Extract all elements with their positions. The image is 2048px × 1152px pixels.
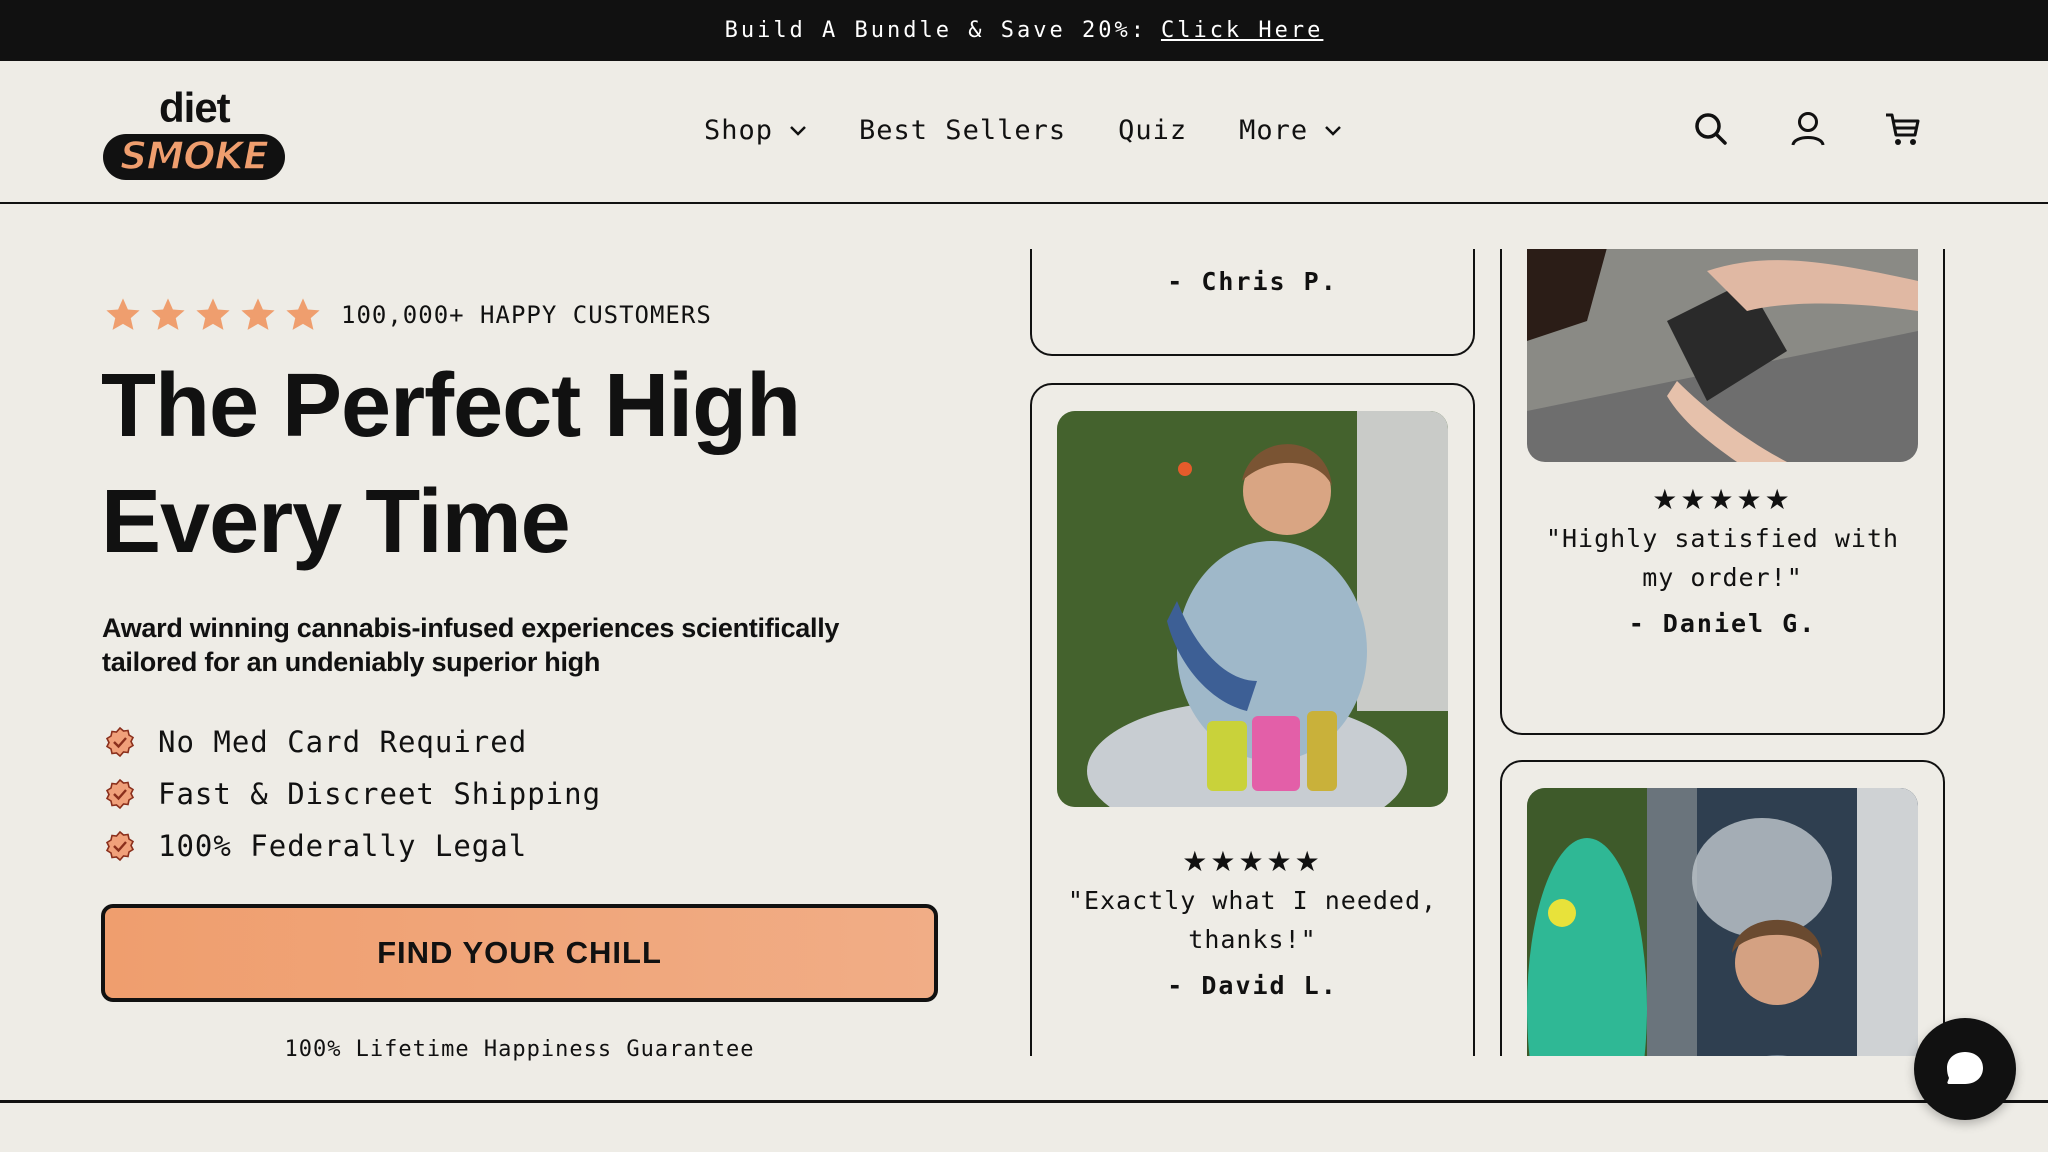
logo-text-bottom: SMOKE	[120, 134, 269, 178]
star-icon	[106, 298, 140, 330]
review-card: - Chris P.	[1030, 249, 1475, 356]
cart-icon[interactable]	[1883, 109, 1923, 149]
account-icon[interactable]	[1788, 109, 1828, 149]
review-author: - David L.	[1167, 971, 1338, 1000]
logo-wordmark: SMOKE	[103, 133, 285, 180]
chat-button[interactable]	[1914, 1018, 2016, 1120]
nav-shop-label: Shop	[704, 115, 774, 146]
star-icon	[196, 298, 230, 330]
rating-label: 100,000+ HAPPY CUSTOMERS	[341, 301, 712, 329]
review-photo-image	[1527, 249, 1918, 462]
chevron-down-icon	[790, 125, 806, 136]
announcement-link[interactable]: Click Here	[1161, 18, 1323, 43]
find-your-chill-button[interactable]: FIND YOUR CHILL	[101, 904, 938, 1002]
review-author: - Chris P.	[1167, 267, 1338, 296]
chevron-down-icon	[1325, 125, 1342, 136]
star-icon	[151, 298, 185, 330]
review-photo-image	[1057, 411, 1448, 807]
chat-bubble-icon	[1947, 1052, 1983, 1084]
review-card: ★★★★★ "Exactly what I needed, thanks!" -…	[1030, 383, 1475, 1056]
review-author: - Daniel G.	[1628, 609, 1817, 638]
hero-title: The Perfect High Every Time	[101, 348, 1001, 580]
review-photo	[1057, 411, 1448, 807]
review-quote: "Highly satisfied with my order!"	[1545, 524, 1900, 592]
benefit-item: No Med Card Required	[104, 716, 601, 768]
badge-check-icon	[105, 830, 135, 862]
star-icon	[241, 298, 275, 330]
review-photo-image	[1527, 788, 1918, 1056]
nav-best-sellers[interactable]: Best Sellers	[859, 115, 1066, 146]
benefit-text: No Med Card Required	[158, 725, 528, 759]
hero-subtitle: Award winning cannabis-infused experienc…	[102, 613, 840, 677]
logo-text-top: diet	[159, 84, 231, 131]
benefit-text: 100% Federally Legal	[158, 829, 528, 863]
reviews-carousel: - Chris P. ★★★★★ "Exactly what I needed,…	[1030, 249, 1948, 1056]
review-card: ★★★★★ "Highly satisfied with my order!" …	[1500, 249, 1945, 735]
benefit-item: 100% Federally Legal	[104, 820, 601, 872]
rating-row: 100,000+ HAPPY CUSTOMERS	[104, 296, 712, 334]
section-divider	[0, 1100, 2048, 1103]
nav-more-label: More	[1239, 115, 1309, 146]
main-nav: Shop Best Sellers Quiz More	[704, 115, 1394, 146]
review-photo	[1527, 249, 1918, 462]
announcement-bar: Build A Bundle & Save 20%: Click Here	[0, 0, 2048, 61]
hero-title-line2: Every Time	[101, 472, 571, 572]
nav-quiz-label: Quiz	[1118, 115, 1188, 146]
benefit-text: Fast & Discreet Shipping	[158, 777, 602, 811]
site-header: diet SMOKE Shop Best Sellers Quiz More	[0, 61, 2048, 204]
review-photo	[1527, 788, 1918, 1056]
badge-check-icon	[105, 778, 135, 810]
star-icon	[286, 298, 320, 330]
nav-best-sellers-label: Best Sellers	[859, 115, 1067, 146]
benefit-item: Fast & Discreet Shipping	[104, 768, 601, 820]
logo[interactable]: diet SMOKE	[101, 84, 291, 188]
nav-shop[interactable]: Shop	[704, 115, 807, 146]
review-card	[1500, 760, 1945, 1056]
review-quote: "Exactly what I needed, thanks!"	[1067, 886, 1438, 954]
hero-title-line1: The Perfect High	[101, 356, 801, 456]
badge-check-icon	[105, 726, 135, 758]
review-stars: ★★★★★	[1652, 484, 1793, 515]
nav-quiz[interactable]: Quiz	[1118, 115, 1187, 146]
announcement-text: Build A Bundle & Save 20%:	[724, 18, 1147, 43]
search-icon[interactable]	[1691, 109, 1731, 149]
nav-more[interactable]: More	[1239, 115, 1342, 146]
benefit-list: No Med Card Required Fast & Discreet Shi…	[104, 716, 601, 872]
guarantee-text: 100% Lifetime Happiness Guarantee	[284, 1037, 755, 1062]
review-stars: ★★★★★	[1182, 846, 1323, 877]
